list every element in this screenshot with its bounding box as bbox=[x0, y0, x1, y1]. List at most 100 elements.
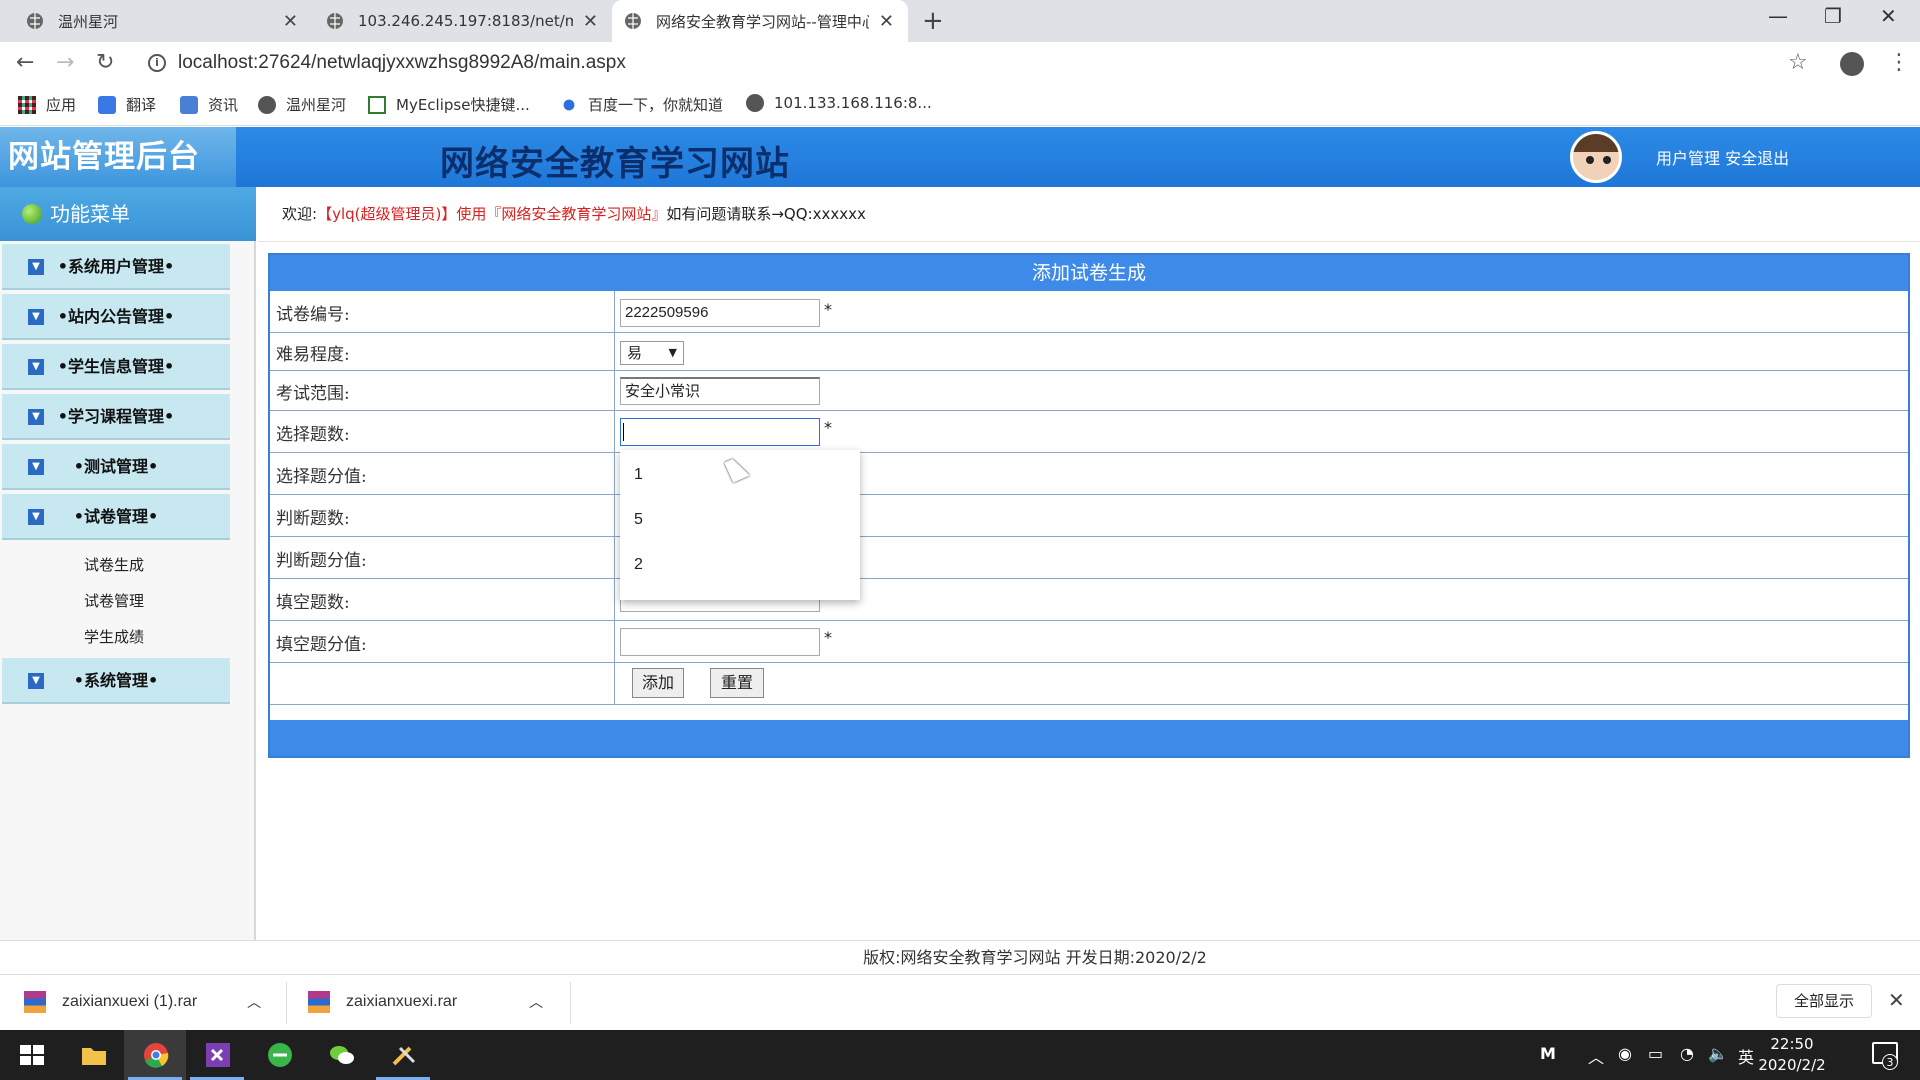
minimize-icon[interactable]: — bbox=[1768, 4, 1788, 28]
form-label: 填空题数: bbox=[276, 593, 350, 613]
close-tab-icon[interactable]: ✕ bbox=[283, 11, 298, 32]
sidebar-item-papers[interactable]: ▼ •试卷管理• bbox=[2, 494, 230, 540]
autocomplete-option[interactable]: 5 bbox=[634, 511, 643, 529]
browser-tab-bar: 温州星河 ✕ 103.246.245.197:8183/net/mm ✕ 网络安… bbox=[0, 0, 1920, 42]
globe-icon bbox=[327, 13, 343, 29]
row-divider bbox=[614, 371, 615, 410]
chevron-down-icon: ▼ bbox=[28, 673, 44, 689]
autocomplete-option[interactable]: 2 bbox=[634, 556, 643, 574]
sidebar-item-label: •学习课程管理• bbox=[57, 407, 175, 426]
account-icon[interactable] bbox=[1840, 52, 1864, 76]
header-links[interactable]: 用户管理 安全退出 bbox=[1656, 145, 1789, 169]
back-icon[interactable]: ← bbox=[16, 50, 34, 75]
reload-icon[interactable]: ↻ bbox=[96, 50, 114, 75]
welcome-user: 【ylq(超级管理员)】使用『网络安全教育学习网站』 bbox=[317, 205, 667, 223]
windows-logo-icon bbox=[20, 1045, 44, 1065]
bookmark-news[interactable]: 资讯 bbox=[180, 94, 238, 115]
bookmark-ip[interactable]: 101.133.168.116:8... bbox=[746, 94, 932, 112]
sidebar-item-label: •系统用户管理• bbox=[57, 257, 175, 276]
close-window-icon[interactable]: ✕ bbox=[1880, 4, 1897, 28]
choice-count-input[interactable] bbox=[620, 418, 820, 446]
autocomplete-option[interactable]: 1 bbox=[634, 466, 643, 484]
required-mark: * bbox=[824, 628, 832, 647]
downloads-shelf bbox=[0, 974, 1920, 1030]
battery-icon[interactable]: ▭ bbox=[1648, 1044, 1663, 1063]
browser-tab-1[interactable]: 温州星河 ✕ bbox=[0, 0, 312, 42]
add-button[interactable]: 添加 bbox=[632, 668, 684, 698]
copyright: 版权:网络安全教育学习网站 开发日期:2020/2/2 bbox=[0, 940, 1920, 974]
form-label: 难易程度: bbox=[276, 345, 350, 365]
chevron-up-icon[interactable]: ︿ bbox=[529, 992, 543, 1012]
chevron-down-icon: ▼ bbox=[28, 359, 44, 375]
sidebar-item-courses[interactable]: ▼ •学习课程管理• bbox=[2, 394, 230, 440]
visual-studio-icon bbox=[206, 1043, 230, 1067]
volume-icon[interactable]: 🔈 bbox=[1708, 1044, 1728, 1063]
browser-tab-2[interactable]: 103.246.245.197:8183/net/mm ✕ bbox=[312, 0, 612, 42]
reset-button[interactable]: 重置 bbox=[710, 668, 764, 698]
download-item[interactable]: zaixianxuexi.rar ︿ bbox=[308, 986, 543, 1018]
fill-score-input[interactable] bbox=[620, 628, 820, 656]
difficulty-selected: 易 bbox=[627, 344, 643, 362]
sidebar-subitem-paper-generate[interactable]: 试卷生成 bbox=[84, 554, 144, 575]
tray-app-icon[interactable]: ◉ bbox=[1618, 1044, 1632, 1063]
bookmark-label: 温州星河 bbox=[286, 96, 347, 114]
bookmark-apps[interactable]: 应用 bbox=[18, 94, 76, 115]
bookmark-myeclipse[interactable]: MyEclipse快捷键... bbox=[368, 94, 530, 115]
exam-scope-input[interactable]: 安全小常识 bbox=[620, 377, 820, 405]
close-downloads-icon[interactable]: ✕ bbox=[1888, 988, 1905, 1012]
download-filename: zaixianxuexi (1).rar bbox=[62, 993, 198, 1010]
taskbar-file-explorer[interactable] bbox=[62, 1030, 124, 1080]
download-item[interactable]: zaixianxuexi (1).rar ︿ bbox=[24, 986, 261, 1018]
chevron-up-icon[interactable]: ︿ bbox=[247, 992, 261, 1012]
input-method-badge[interactable]: M bbox=[1540, 1044, 1556, 1063]
notification-count: 3 bbox=[1882, 1054, 1898, 1070]
forward-icon[interactable]: → bbox=[56, 50, 74, 75]
browser-menu-icon[interactable]: ⋮ bbox=[1888, 50, 1910, 75]
chevron-down-icon: ▼ bbox=[28, 409, 44, 425]
bookmark-translate[interactable]: 翻译 bbox=[98, 94, 156, 115]
row-divider bbox=[614, 621, 615, 662]
taskbar-chrome[interactable] bbox=[124, 1030, 186, 1080]
paper-number-input[interactable]: 2222509596 bbox=[620, 299, 820, 327]
sidebar-heading-label: 功能菜单 bbox=[50, 202, 130, 226]
folder-icon bbox=[82, 1048, 106, 1065]
myeclipse-icon bbox=[368, 95, 386, 114]
sidebar-item-system[interactable]: ▼ •系统管理• bbox=[2, 658, 230, 704]
wifi-icon[interactable]: ◔ bbox=[1680, 1044, 1694, 1063]
show-all-downloads-button[interactable]: 全部显示 bbox=[1776, 984, 1872, 1018]
sidebar-item-system-users[interactable]: ▼ •系统用户管理• bbox=[2, 244, 230, 290]
new-tab-icon[interactable]: + bbox=[922, 6, 944, 36]
taskbar-tools[interactable] bbox=[372, 1030, 434, 1080]
row-divider bbox=[614, 333, 615, 370]
taskbar-browser-360[interactable] bbox=[248, 1030, 310, 1080]
taskbar-visual-studio[interactable] bbox=[186, 1030, 248, 1080]
chevron-down-icon: ▼ bbox=[28, 309, 44, 325]
url-field[interactable]: localhost:27624/netwlaqjyxxwzhsg8992A8/m… bbox=[178, 52, 626, 74]
sidebar-subitem-paper-manage[interactable]: 试卷管理 bbox=[84, 590, 144, 611]
site-info-icon[interactable]: i bbox=[148, 54, 166, 72]
browser-tab-active[interactable]: 网络安全教育学习网站--管理中心 ✕ bbox=[612, 0, 908, 42]
avatar bbox=[1570, 131, 1622, 183]
taskbar-wechat[interactable] bbox=[310, 1030, 372, 1080]
apps-grid-icon bbox=[18, 95, 36, 114]
welcome-contact: 如有问题请联系→QQ:xxxxxx bbox=[666, 205, 866, 223]
system-clock[interactable]: 22:50 2020/2/2 bbox=[1752, 1034, 1832, 1076]
sidebar-item-notices[interactable]: ▼ •站内公告管理• bbox=[2, 294, 230, 340]
tray-chevron-up-icon[interactable]: ︿ bbox=[1588, 1044, 1604, 1068]
start-button[interactable] bbox=[0, 1030, 62, 1080]
close-tab-icon[interactable]: ✕ bbox=[879, 11, 894, 32]
close-tab-icon[interactable]: ✕ bbox=[583, 11, 598, 32]
tab-title: 103.246.245.197:8183/net/mm bbox=[358, 12, 573, 30]
download-separator bbox=[570, 982, 571, 1024]
bookmark-baidu[interactable]: 百度一下，你就知道 bbox=[560, 94, 723, 115]
sidebar-subitem-student-scores[interactable]: 学生成绩 bbox=[84, 626, 144, 647]
baidu-paw-icon bbox=[560, 95, 578, 114]
bookmark-wenzhou[interactable]: 温州星河 bbox=[258, 94, 346, 115]
globe-icon bbox=[27, 13, 43, 29]
difficulty-select[interactable]: 易 ▼ bbox=[620, 341, 684, 365]
sidebar-item-tests[interactable]: ▼ •测试管理• bbox=[2, 444, 230, 490]
restore-icon[interactable]: ❐ bbox=[1824, 4, 1842, 28]
bookmark-star-icon[interactable]: ☆ bbox=[1788, 50, 1808, 75]
translate-icon bbox=[98, 95, 116, 114]
sidebar-item-students[interactable]: ▼ •学生信息管理• bbox=[2, 344, 230, 390]
